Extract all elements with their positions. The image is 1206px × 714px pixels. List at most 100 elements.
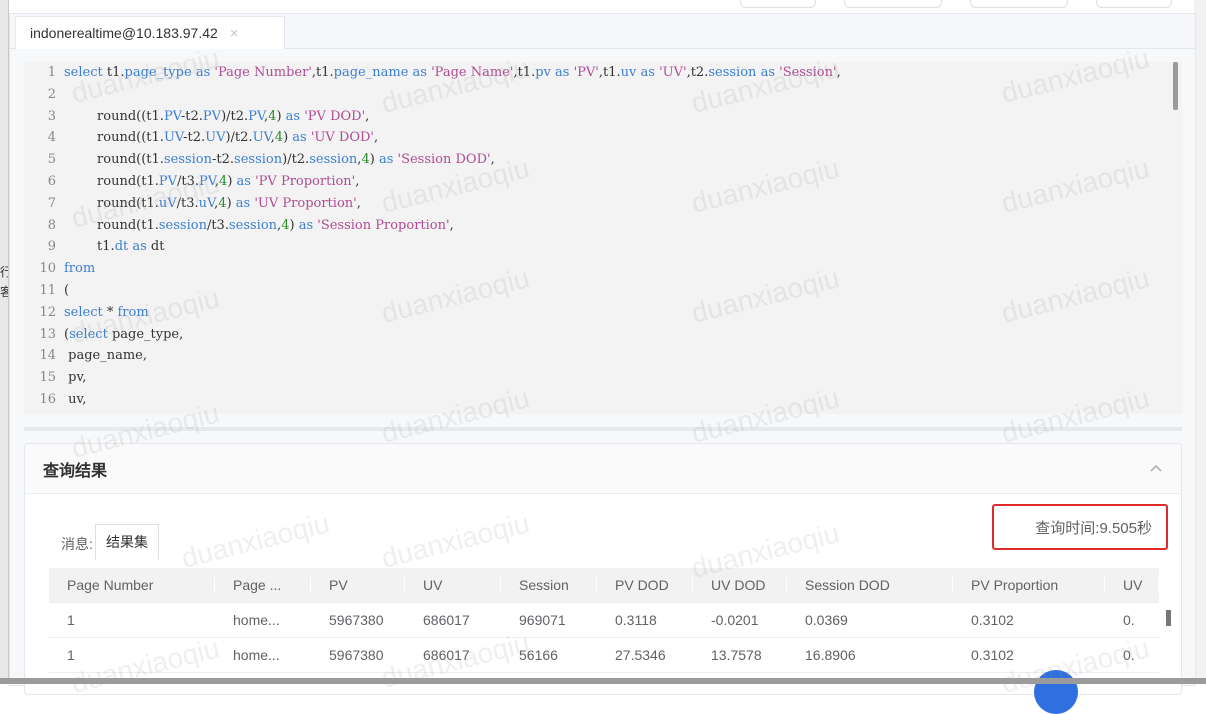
- code-text: t1.dt as dt: [64, 239, 165, 255]
- code-text: pv,: [64, 370, 87, 386]
- code-text: (: [64, 282, 70, 298]
- tab-connection[interactable]: indonerealtime@10.183.97.42 ×: [15, 16, 285, 49]
- tab-bar: indonerealtime@10.183.97.42 ×: [10, 14, 1195, 49]
- table-row[interactable]: 1 home... 5967380 686017 56166 27.5346 1…: [49, 638, 1159, 673]
- code-line: 11 (: [24, 280, 1182, 302]
- result-title: 查询结果: [43, 462, 108, 480]
- line-number: 7: [47, 195, 56, 211]
- table-cell: home...: [233, 612, 280, 628]
- floating-action-button[interactable]: [1034, 670, 1078, 714]
- code-line: 13 (select page_type,: [24, 324, 1182, 346]
- toolbar-button[interactable]: [844, 0, 942, 8]
- code-line: 1 select t1.page_type as 'Page Number',t1…: [24, 62, 1182, 84]
- column-header[interactable]: Session DOD: [787, 577, 953, 593]
- table-cell: 56166: [519, 647, 558, 663]
- result-table: Page Number Page ... PV UV Session PV DO…: [49, 568, 1159, 673]
- code-line: 6 round(t1.PV/t3.PV,4) as 'PV Proportion…: [24, 171, 1182, 193]
- code-line: 3 round((t1.PV-t2.PV)/t2.PV,4) as 'PV DO…: [24, 106, 1182, 128]
- code-line: 12 select * from: [24, 302, 1182, 324]
- fragment-text: 客: [0, 285, 8, 299]
- column-header[interactable]: Page ...: [215, 577, 311, 593]
- table-scrollbar[interactable]: [1166, 610, 1171, 626]
- table-cell: 16.8906: [805, 647, 856, 663]
- table-cell: 5967380: [329, 612, 384, 628]
- table-cell: 0.: [1123, 612, 1135, 628]
- column-header[interactable]: PV Proportion: [953, 577, 1105, 593]
- code-text: select t1.page_type as 'Page Number',t1.…: [64, 65, 841, 80]
- code-line: 4 round((t1.UV-t2.UV)/t2.UV,4) as 'UV DO…: [24, 127, 1182, 149]
- tab-resultset[interactable]: 结果集: [95, 524, 159, 560]
- table-cell: 686017: [423, 612, 470, 628]
- code-text: (select page_type,: [64, 326, 184, 342]
- fragment-text: 行: [0, 265, 8, 279]
- tab-title: indonerealtime@10.183.97.42: [30, 25, 218, 41]
- resize-divider[interactable]: [24, 427, 1182, 431]
- code-lines: 1 select t1.page_type as 'Page Number',t1…: [24, 62, 1182, 411]
- code-line: 14 page_name,: [24, 345, 1182, 367]
- result-card: 查询结果 消息: 结果集 查询时间:9.505秒 Page Number Pag…: [24, 443, 1182, 695]
- sql-editor[interactable]: 1 select t1.page_type as 'Page Number',t1…: [24, 62, 1182, 414]
- table-cell: 0.3118: [615, 612, 657, 628]
- toolbar-button[interactable]: [740, 0, 816, 8]
- code-text: page_name,: [64, 348, 147, 364]
- code-line: 16 uv,: [24, 389, 1182, 411]
- column-header[interactable]: Session: [501, 577, 597, 593]
- table-cell: 27.5346: [615, 647, 666, 663]
- table-cell: 0.3102: [971, 647, 1014, 663]
- toolbar-button[interactable]: [970, 0, 1068, 8]
- line-number: 14: [39, 348, 56, 364]
- toolbar-button[interactable]: [1096, 0, 1172, 8]
- column-header[interactable]: UV: [405, 577, 501, 593]
- code-line: 5 round((t1.session-t2.session)/t2.sessi…: [24, 149, 1182, 171]
- column-header[interactable]: UV DOD: [693, 577, 787, 593]
- column-header[interactable]: UV: [1105, 577, 1159, 593]
- line-number: 4: [47, 130, 56, 146]
- table-cell: 0.0369: [805, 612, 848, 628]
- code-text: round(t1.PV/t3.PV,4) as 'PV Proportion',: [64, 173, 360, 189]
- line-number: 8: [47, 217, 56, 233]
- table-cell: 1: [67, 612, 75, 628]
- tab-messages[interactable]: 消息:: [61, 534, 93, 554]
- query-time: 查询时间:9.505秒: [1035, 520, 1152, 537]
- line-number: 10: [39, 261, 56, 277]
- code-text: round(t1.session/t3.session,4) as 'Sessi…: [64, 217, 454, 233]
- table-cell: 686017: [423, 647, 470, 663]
- column-header[interactable]: PV DOD: [597, 577, 693, 593]
- code-line: 15 pv,: [24, 367, 1182, 389]
- line-number: 12: [39, 304, 56, 320]
- code-text: from: [64, 261, 96, 277]
- query-time-highlight: 查询时间:9.505秒: [992, 504, 1168, 550]
- line-number: 2: [47, 86, 56, 102]
- column-header[interactable]: PV: [311, 577, 405, 593]
- result-header: 查询结果: [25, 444, 1181, 494]
- code-text: round((t1.UV-t2.UV)/t2.UV,4) as 'UV DOD'…: [64, 130, 379, 146]
- top-toolbar-buttons: [740, 0, 1172, 8]
- code-line: 8 round(t1.session/t3.session,4) as 'Ses…: [24, 215, 1182, 237]
- chevron-up-icon[interactable]: [1149, 460, 1163, 478]
- window-left-border: [0, 0, 9, 684]
- table-row[interactable]: 1 home... 5967380 686017 969071 0.3118 -…: [49, 603, 1159, 638]
- table-cell: 13.7578: [711, 647, 762, 663]
- line-number: 16: [39, 391, 56, 407]
- line-number: 13: [39, 326, 56, 342]
- line-number: 11: [39, 282, 56, 298]
- window-bottom-border: [0, 678, 1206, 684]
- close-icon[interactable]: ×: [230, 25, 239, 42]
- editor-scrollbar[interactable]: [1173, 62, 1178, 110]
- table-cell: 0.3102: [971, 612, 1014, 628]
- line-number: 3: [47, 108, 56, 124]
- line-number: 5: [47, 152, 56, 168]
- code-line: 2: [24, 84, 1182, 106]
- line-number: 1: [47, 65, 56, 80]
- column-header[interactable]: Page Number: [49, 577, 215, 593]
- code-line: 10 from: [24, 258, 1182, 280]
- table-cell: -0.0201: [711, 612, 759, 628]
- table-cell: home...: [233, 647, 280, 663]
- table-cell: 1: [67, 647, 75, 663]
- query-panel: indonerealtime@10.183.97.42 × 1 select t1…: [9, 13, 1196, 695]
- line-number: 9: [47, 239, 56, 255]
- table-cell: 5967380: [329, 647, 384, 663]
- code-line: 7 round(t1.uV/t3.uV,4) as 'UV Proportion…: [24, 193, 1182, 215]
- table-header: Page Number Page ... PV UV Session PV DO…: [49, 568, 1159, 603]
- code-text: uv,: [64, 391, 87, 407]
